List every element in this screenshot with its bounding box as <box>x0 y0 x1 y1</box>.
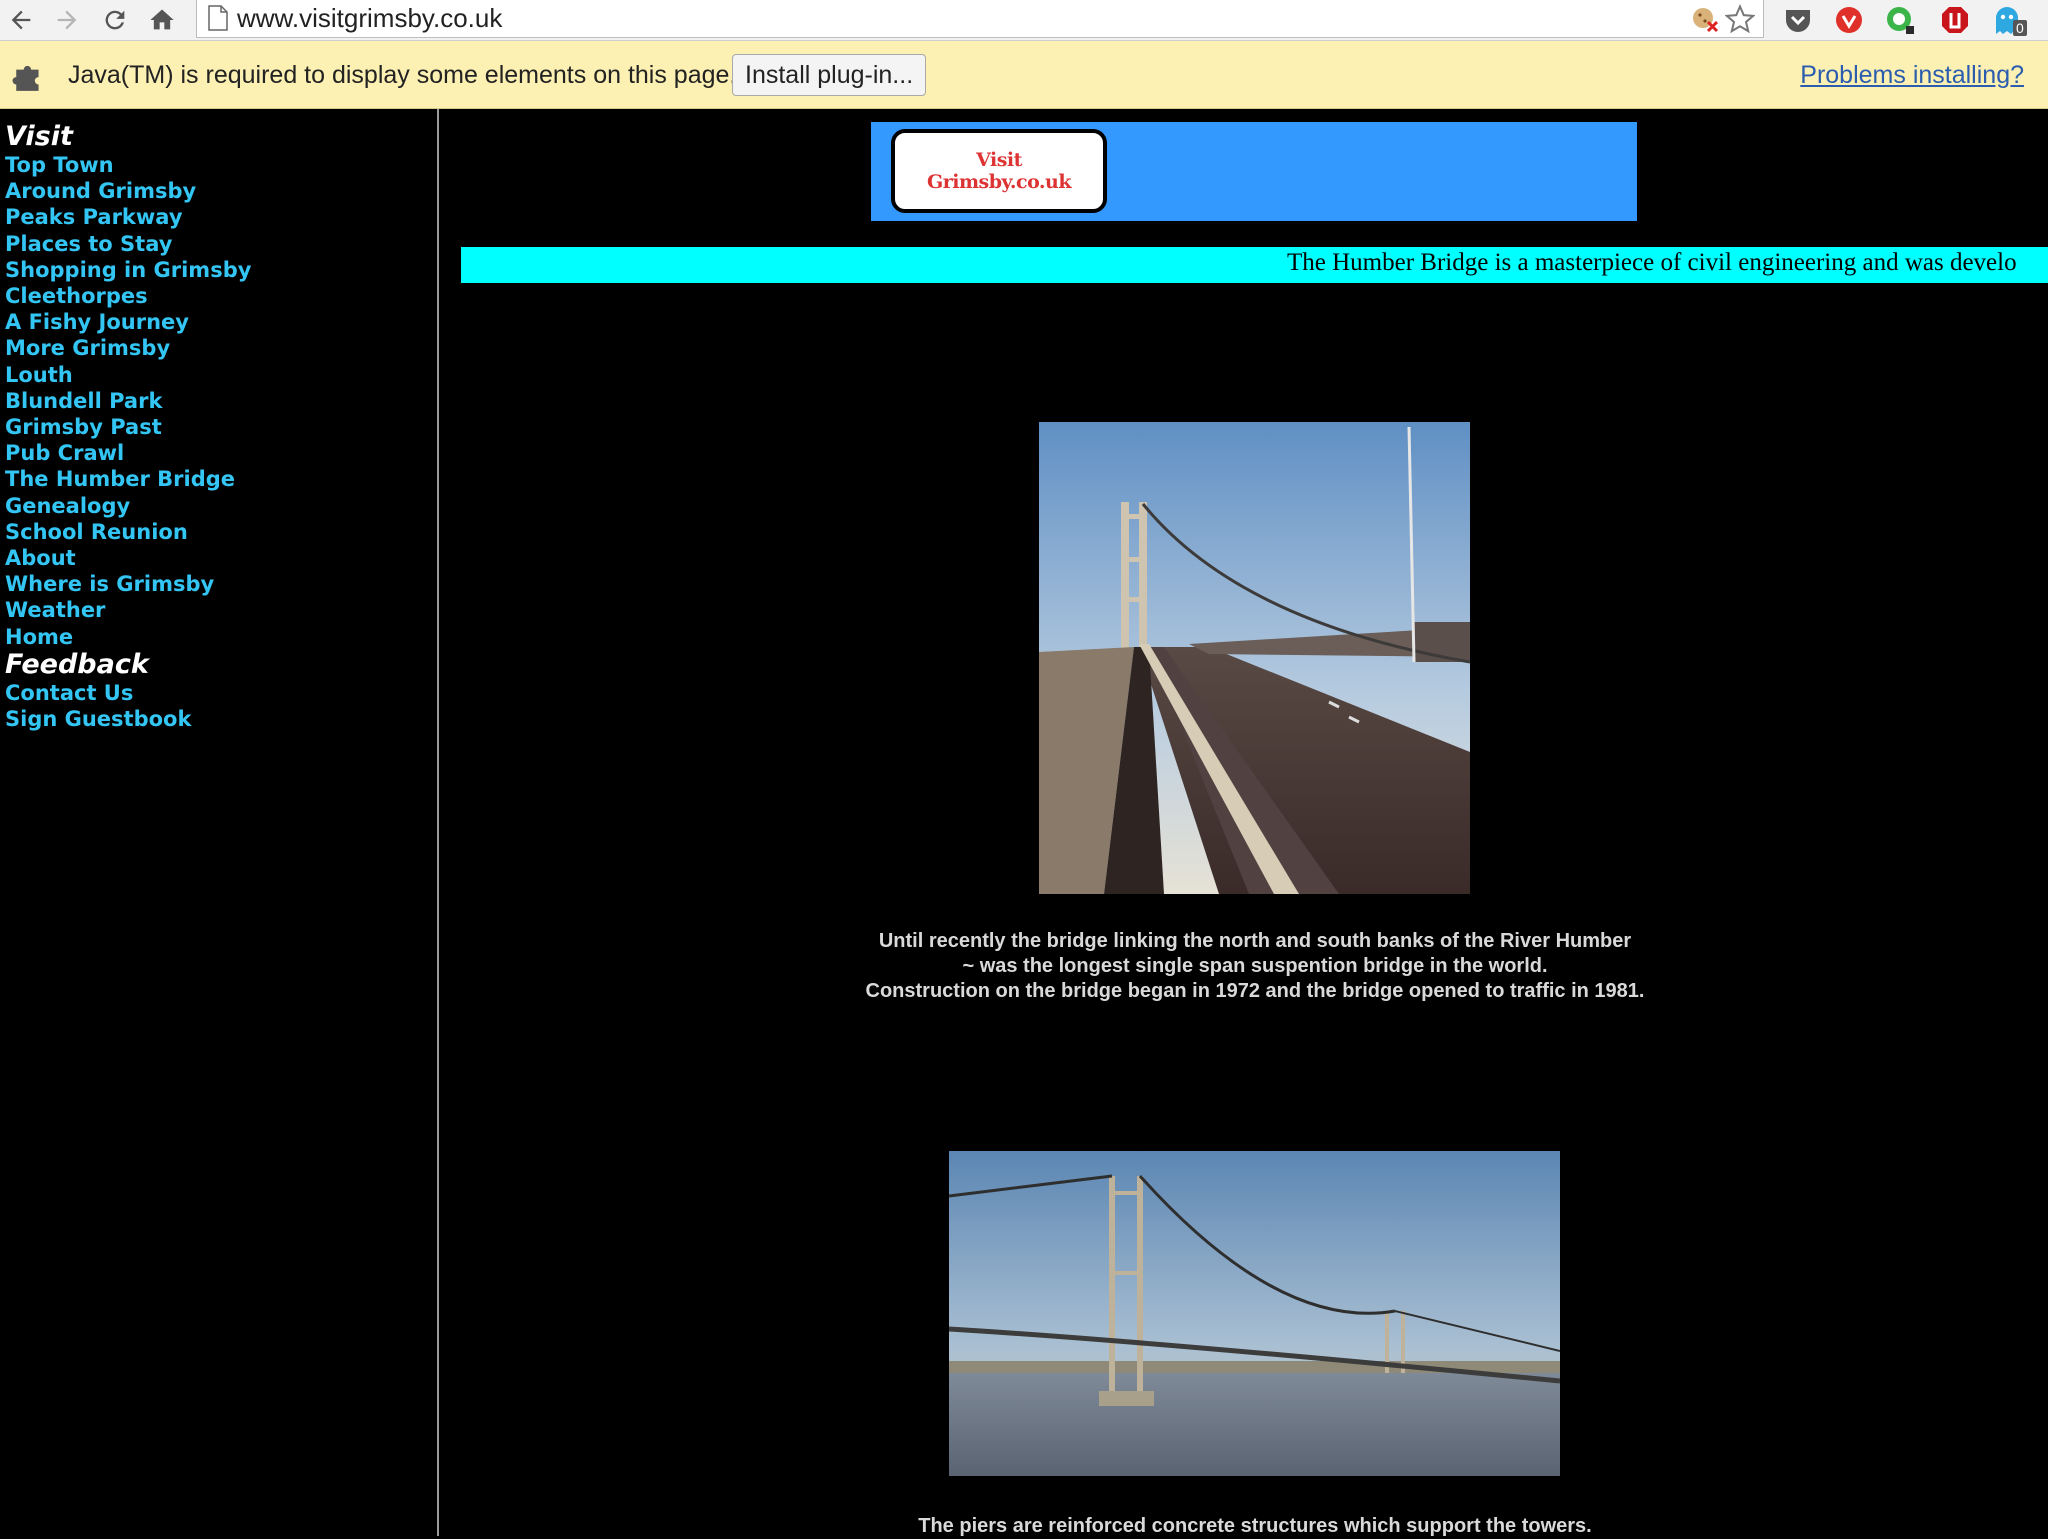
caption-1: Until recently the bridge linking the no… <box>800 929 1710 1004</box>
nav-link-top-town[interactable]: Top Town <box>5 152 437 178</box>
caption-1-line-1: Until recently the bridge linking the no… <box>878 930 1632 952</box>
puzzle-piece-icon <box>12 65 39 91</box>
address-bar[interactable]: www.visitgrimsby.co.uk <box>196 0 1764 38</box>
nav-link-fishy-journey[interactable]: A Fishy Journey <box>5 309 437 335</box>
nav-link-sign-guestbook[interactable]: Sign Guestbook <box>5 706 437 732</box>
plugin-infobar: Java(TM) is required to display some ele… <box>0 41 2048 109</box>
stop-sign-icon[interactable] <box>1939 4 1971 36</box>
nav-link-genealogy[interactable]: Genealogy <box>5 493 437 519</box>
install-plugin-button[interactable]: Install plug-in... <box>732 54 927 96</box>
nav-link-places-to-stay[interactable]: Places to Stay <box>5 231 437 257</box>
marquee-text: The Humber Bridge is a masterpiece of ci… <box>1287 249 2017 276</box>
browser-toolbar: www.visitgrimsby.co.uk 0 <box>0 0 2048 41</box>
logo-line-2: Grimsby.co.uk <box>926 171 1072 193</box>
forward-button[interactable] <box>50 3 84 37</box>
nav-link-louth[interactable]: Louth <box>5 362 437 388</box>
reload-icon <box>105 10 125 30</box>
visit-heading: Visit <box>5 121 73 152</box>
feedback-heading: Feedback <box>5 648 149 680</box>
url-text: www.visitgrimsby.co.uk <box>237 3 503 33</box>
reload-button[interactable] <box>98 3 132 37</box>
nav-link-contact-us[interactable]: Contact Us <box>5 680 437 706</box>
caption-1-line-2: ~ was the longest single span suspention… <box>962 955 1548 977</box>
problems-installing-link[interactable]: Problems installing? <box>1800 61 2024 90</box>
nav-link-cleethorpes[interactable]: Cleethorpes <box>5 283 437 309</box>
nav-link-humber-bridge[interactable]: The Humber Bridge <box>5 466 437 492</box>
ghostery-extension[interactable]: 0 <box>1993 4 2029 38</box>
home-button[interactable] <box>145 3 179 37</box>
humber-bridge-side-photo <box>949 1151 1560 1476</box>
nav-link-home[interactable]: Home <box>5 624 437 650</box>
visit-group: Visit Top Town Around Grimsby Peaks Park… <box>0 109 437 732</box>
nav-link-blundell-park[interactable]: Blundell Park <box>5 388 437 414</box>
forward-arrow-icon <box>57 10 77 30</box>
ad-block-icon[interactable] <box>1833 4 1865 36</box>
pocket-icon[interactable] <box>1782 4 1814 36</box>
bookmark-star-icon[interactable] <box>1725 4 1755 34</box>
nav-link-shopping[interactable]: Shopping in Grimsby <box>5 257 437 283</box>
scrolling-marquee: The Humber Bridge is a masterpiece of ci… <box>461 247 2048 283</box>
logo-line-1: Visit <box>976 149 1022 171</box>
site-banner: Visit Grimsby.co.uk <box>871 122 1637 221</box>
green-extension-icon[interactable] <box>1884 4 1916 36</box>
infobar-message: Java(TM) is required to display some ele… <box>68 61 737 89</box>
nav-link-about[interactable]: About <box>5 545 437 571</box>
back-arrow-icon <box>11 10 31 30</box>
nav-link-grimsby-past[interactable]: Grimsby Past <box>5 414 437 440</box>
nav-link-weather[interactable]: Weather <box>5 597 437 623</box>
site-logo[interactable]: Visit Grimsby.co.uk <box>891 129 1107 213</box>
nav-link-school-reunion[interactable]: School Reunion <box>5 519 437 545</box>
ghostery-badge: 0 <box>2013 20 2027 36</box>
nav-link-more-grimsby[interactable]: More Grimsby <box>5 335 437 361</box>
nav-link-around-grimsby[interactable]: Around Grimsby <box>5 178 437 204</box>
cookie-blocked-icon[interactable] <box>1691 5 1719 33</box>
sidebar-nav: Visit Top Town Around Grimsby Peaks Park… <box>0 109 439 1536</box>
nav-link-peaks-parkway[interactable]: Peaks Parkway <box>5 204 437 230</box>
caption-2: The piers are reinforced concrete struct… <box>918 1515 1592 1537</box>
back-button[interactable] <box>4 3 38 37</box>
page-icon <box>208 5 228 31</box>
caption-1-line-3: Construction on the bridge began in 1972… <box>865 980 1645 1002</box>
humber-bridge-deck-photo <box>1039 422 1470 894</box>
home-icon <box>150 9 174 30</box>
nav-link-where-is-grimsby[interactable]: Where is Grimsby <box>5 571 437 597</box>
nav-link-pub-crawl[interactable]: Pub Crawl <box>5 440 437 466</box>
